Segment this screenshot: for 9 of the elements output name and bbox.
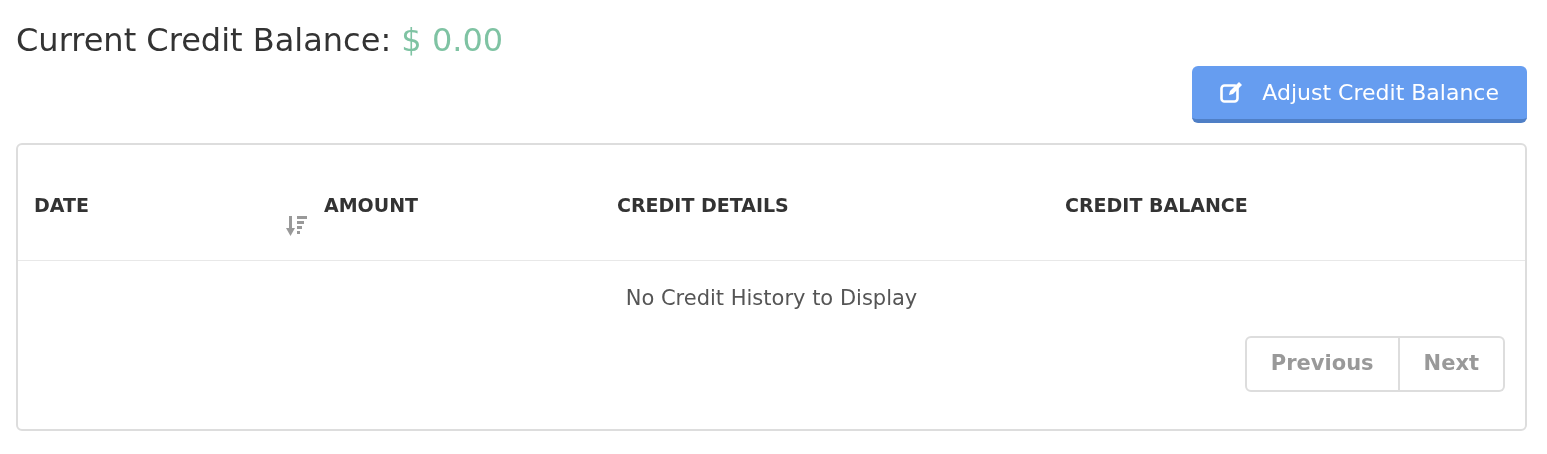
sort-descending-icon[interactable]	[286, 214, 308, 237]
column-header[interactable]: AMOUNT	[324, 193, 419, 216]
empty-message: No Credit History to Display	[624, 284, 919, 312]
balance-amount: $ 0.00	[401, 21, 504, 59]
balance-label: Current Credit Balance:	[16, 21, 392, 59]
column-header[interactable]: CREDIT BALANCE	[1065, 193, 1248, 216]
column-header[interactable]: DATE	[34, 193, 89, 216]
column-header[interactable]: CREDIT DETAILS	[617, 193, 789, 216]
edit-icon	[1220, 81, 1245, 104]
